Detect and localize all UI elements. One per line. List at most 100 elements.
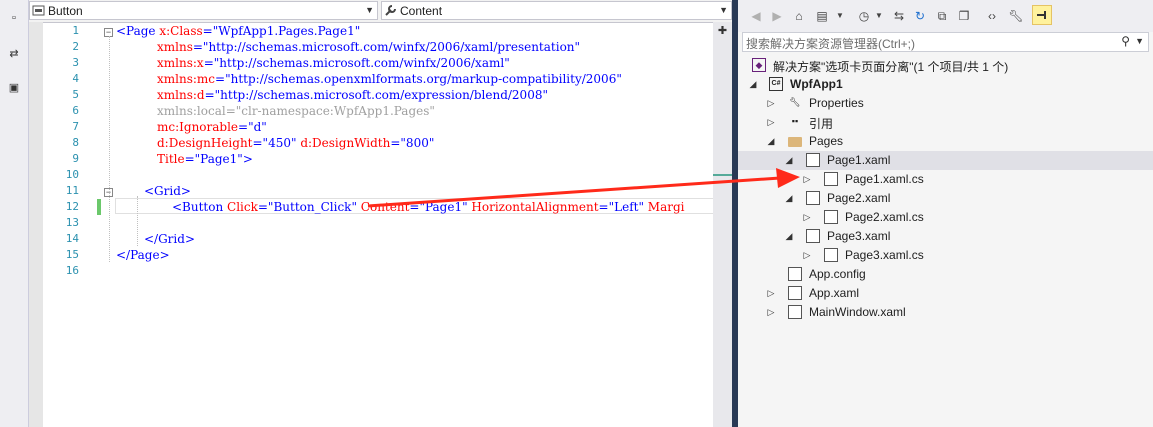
tree-node-page1[interactable]: ◢ Page1.xaml [738,151,1153,170]
code-view-icon[interactable]: ‹› [984,8,1000,24]
tree-node-page2-cs[interactable]: ▷ Page2.xaml.cs [738,208,1153,227]
tree-node-page3[interactable]: ◢ Page3.xaml [738,227,1153,246]
collapsed-arrow-icon[interactable]: ▷ [766,305,776,319]
chevron-down-icon: ▼ [365,5,374,15]
search-icon[interactable]: ⚲ [1121,34,1130,48]
tree-node-label: Page1.xaml.cs [845,172,924,186]
forward-icon[interactable]: ▶ [769,8,785,24]
collapsed-arrow-icon[interactable]: ▷ [766,115,776,129]
line-number: 2 [72,40,79,53]
code-token: Click [227,200,258,214]
xaml-file-icon [788,305,802,319]
line-number: 10 [65,168,79,181]
code-token: <Page [116,24,160,38]
code-token: ="Left" [598,200,648,214]
tree-node-mainwindow[interactable]: ▷ MainWindow.xaml [738,303,1153,322]
wrench-icon: 🔧︎ [789,97,801,107]
collapsed-arrow-icon[interactable]: ▷ [802,210,812,224]
code-text-area[interactable]: − − <Page x:Class="WpfApp1.Pages.Page1" … [101,22,713,427]
cs-file-icon [824,172,838,186]
toolbox-icon[interactable]: ▫ [6,10,22,26]
code-line-2: xmlns="http://schemas.microsoft.com/winf… [157,39,580,55]
member-dropdown-label: Content [400,4,443,18]
chevron-down-icon[interactable]: ▼ [871,8,887,24]
code-token: xmlns:x [157,56,204,70]
tree-node-label: App.config [809,267,866,281]
swap-icon[interactable]: ⇄ [6,46,22,62]
code-token: ="Button_Click" [257,200,361,214]
switch-views-icon[interactable]: ▤ [814,8,830,24]
tree-node-project[interactable]: ◢ C# WpfApp1 [738,75,1153,94]
tree-node-label: 解决方案"选项卡页面分离"(1 个项目/共 1 个) [773,60,1009,74]
properties-icon[interactable]: 🔧︎ [1008,8,1024,24]
code-token: Content [360,200,410,214]
expanded-arrow-icon[interactable]: ◢ [748,77,758,91]
tree-node-label: Page3.xaml.cs [845,248,924,262]
refresh-icon[interactable]: ↻ [912,8,928,24]
collapsed-arrow-icon[interactable]: ▷ [766,96,776,110]
code-line-4: xmlns:mc="http://schemas.openxmlformats.… [157,71,622,87]
xaml-file-icon [806,229,820,243]
expanded-arrow-icon[interactable]: ◢ [766,134,776,148]
expanded-arrow-icon[interactable]: ◢ [784,229,794,243]
tree-node-page2[interactable]: ◢ Page2.xaml [738,189,1153,208]
code-token: ="WpfApp1.Pages.Page1" [202,24,361,38]
cs-file-icon [824,248,838,262]
chevron-down-icon[interactable]: ▼ [1135,36,1144,46]
code-token: Title [157,152,185,166]
code-token: ="Page1" [184,152,243,166]
sync-icon[interactable]: ⇆ [891,8,907,24]
tree-node-page1-cs[interactable]: ▷ Page1.xaml.cs [738,170,1153,189]
solution-explorer-search-input[interactable]: 搜索解决方案资源管理器(Ctrl+;) ⚲ ▼ [742,32,1149,52]
line-number: 11 [65,184,79,197]
vertical-scrollbar[interactable]: ✚ [713,22,732,427]
expanded-arrow-icon[interactable]: ◢ [784,153,794,167]
tree-node-pages-folder[interactable]: ◢ Pages [738,132,1153,151]
element-dropdown[interactable]: Button ▼ [29,1,378,20]
code-token: d:DesignWidth [300,136,391,150]
csharp-project-icon: C# [769,77,783,91]
chevron-down-icon[interactable]: ▼ [832,8,848,24]
collapsed-arrow-icon[interactable]: ▷ [802,172,812,186]
references-icon: ▪▪ [791,116,799,126]
search-placeholder: 搜索解决方案资源管理器(Ctrl+;) [746,37,915,51]
code-token: mc:Ignorable [157,120,239,134]
pin-icon[interactable] [1032,5,1052,25]
code-token: ="http://schemas.microsoft.com/winfx/200… [203,56,510,70]
home-icon[interactable]: ⌂ [791,8,807,24]
tree-node-app-config[interactable]: App.config [738,265,1153,284]
solution-explorer-toolbar: ◀ ▶ ⌂ ▤ ▼ ◷ ▼ ⇆ ↻ ⧉ ❐ ‹› 🔧︎ [738,0,1153,32]
collapsed-arrow-icon[interactable]: ▷ [802,248,812,262]
collapse-all-icon[interactable]: ⧉ [934,8,950,24]
code-token: d:DesignHeight [157,136,253,150]
scroll-position-marker [713,174,732,176]
cs-file-icon [824,210,838,224]
xaml-file-icon [788,286,802,300]
expanded-arrow-icon[interactable]: ◢ [784,191,794,205]
line-number: 1 [72,24,79,37]
line-number: 5 [72,88,79,101]
tree-node-label: Page1.xaml [827,153,891,167]
indent-guide [109,36,111,262]
code-token: ="d" [238,120,267,134]
code-token: > [242,152,253,166]
folder-icon [788,137,802,147]
history-icon[interactable]: ◷ [856,8,872,24]
code-token: ="http://schemas.microsoft.com/expressio… [204,88,548,102]
copy-icon[interactable]: ❐ [956,8,972,24]
tree-node-label: Pages [809,134,844,148]
line-number: 3 [72,56,79,69]
member-dropdown[interactable]: Content ▼ [381,1,732,20]
split-icon[interactable]: ✚ [715,24,730,38]
line-number: 7 [72,120,79,133]
tree-node-properties[interactable]: ▷ 🔧︎ Properties [738,94,1153,113]
tree-node-label: 引用 [809,117,834,131]
panel-icon[interactable]: ▣ [6,80,22,96]
collapsed-arrow-icon[interactable]: ▷ [766,286,776,300]
tree-node-app-xaml[interactable]: ▷ App.xaml [738,284,1153,303]
tree-node-references[interactable]: ▷ ▪▪ 引用 [738,113,1153,132]
back-icon[interactable]: ◀ [748,8,764,24]
tree-node-solution[interactable]: ◆ 解决方案"选项卡页面分离"(1 个项目/共 1 个) [738,56,1153,75]
tree-node-page3-cs[interactable]: ▷ Page3.xaml.cs [738,246,1153,265]
code-line-11: <Grid> [144,184,191,198]
